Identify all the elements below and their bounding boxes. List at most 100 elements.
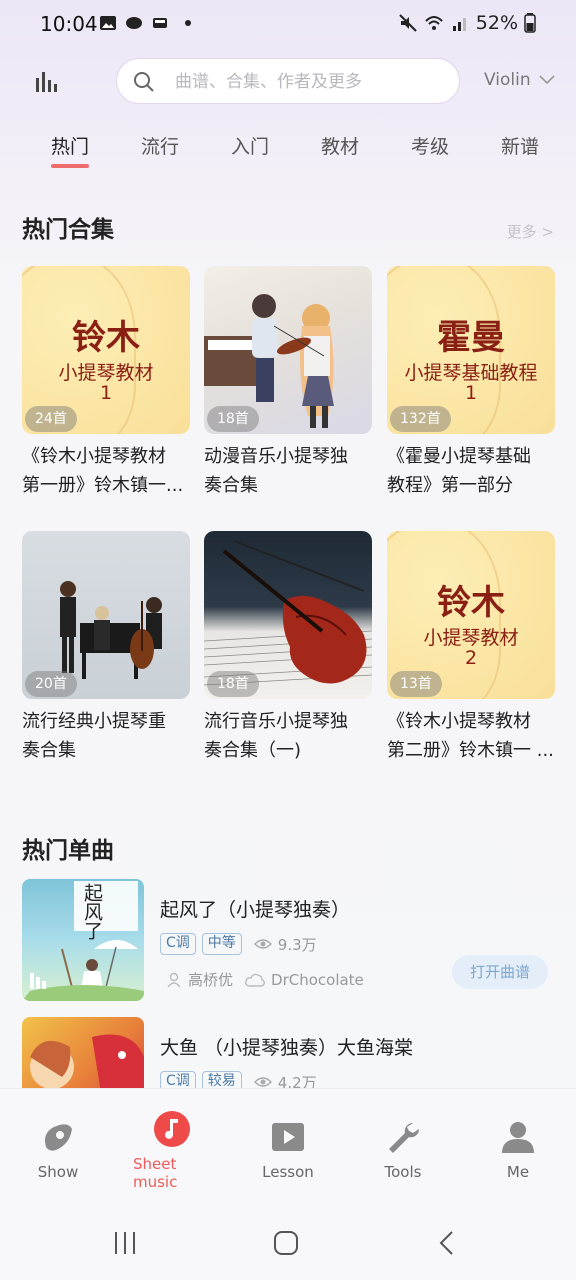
- battery-text: 52%: [475, 12, 518, 34]
- car-icon: [153, 18, 167, 28]
- nav-item-sheet-music[interactable]: Sheet music: [122, 1089, 222, 1207]
- tab-new[interactable]: 新谱: [501, 132, 539, 159]
- top-bar: Violin: [0, 58, 576, 106]
- nav-item-show[interactable]: Show: [8, 1089, 108, 1207]
- section-title-hot-collections: 热门合集: [22, 217, 114, 243]
- song-meta: C调 中等 9.3万: [160, 933, 317, 955]
- recent-apps-icon[interactable]: [113, 1232, 137, 1254]
- tab-hot[interactable]: 热门: [51, 132, 89, 159]
- collection-title-line2: 奏合集: [22, 740, 76, 761]
- equalizer-icon[interactable]: [34, 70, 58, 94]
- collection-title-line1: 流行经典小提琴重: [22, 711, 166, 732]
- cover-number: 1: [464, 382, 478, 404]
- collection-title: 《铃木小提琴教材 第一册》铃木镇一...: [22, 442, 190, 500]
- wifi-icon: [425, 16, 443, 30]
- level-tag: 较易: [201, 1071, 242, 1088]
- system-status: 52%: [398, 12, 536, 34]
- nav-label: Lesson: [262, 1163, 314, 1181]
- tab-beginner[interactable]: 入门: [231, 132, 269, 159]
- search-input[interactable]: [175, 69, 445, 95]
- dot-icon: [185, 20, 191, 26]
- home-icon[interactable]: [273, 1230, 299, 1256]
- cover-subtitle: 小提琴教材: [423, 627, 519, 649]
- collection-title-line1: 《铃木小提琴教材: [387, 711, 531, 732]
- nav-label-line1: Sheet: [133, 1155, 177, 1173]
- collection-title-line2: 教程》第一部分: [387, 475, 513, 496]
- collection-cover: 铃木 小提琴教材 1 24首: [22, 266, 190, 434]
- view-count: 4.2万: [277, 1073, 317, 1089]
- song-cover-title: 起风了: [81, 883, 103, 940]
- song-title: 起风了（小提琴独奏）: [160, 899, 351, 921]
- section-title-hot-singles: 热门单曲: [22, 838, 114, 864]
- bottom-navigation: Show Sheet music Lesson Tools Me: [0, 1088, 576, 1206]
- collection-title: 流行音乐小提琴独 奏合集（一): [204, 707, 372, 765]
- collection-title: 《铃木小提琴教材 第二册》铃木镇一 ...: [387, 707, 555, 765]
- cover-subtitle: 小提琴教材: [58, 362, 154, 384]
- nav-label: Tools: [384, 1163, 422, 1181]
- song-count-badge: 20首: [25, 671, 77, 697]
- level-tag: 中等: [201, 933, 242, 955]
- instrument-selector[interactable]: Violin: [484, 70, 555, 90]
- song-row[interactable]: 大鱼 （小提琴独奏）大鱼海棠 C调 较易 4.2万: [22, 1017, 556, 1088]
- song-count-badge: 132首: [390, 406, 451, 432]
- signal-icon: [452, 18, 466, 31]
- nav-label: Sheet music: [133, 1155, 233, 1191]
- instrument-label: Violin: [484, 70, 531, 90]
- song-authors: 高桥优 DrChocolate: [166, 969, 364, 990]
- cover-title: 铃木: [72, 318, 140, 358]
- gallery-icon: [100, 16, 116, 30]
- views: 9.3万: [253, 934, 317, 955]
- cover-title: 铃木: [437, 583, 505, 623]
- mute-icon: [399, 14, 417, 32]
- more-link[interactable]: 更多 >: [507, 221, 554, 242]
- nav-item-lesson[interactable]: Lesson: [238, 1089, 338, 1207]
- system-navigation-bar: [0, 1206, 576, 1280]
- song-count-badge: 18首: [207, 406, 259, 432]
- play-video-icon: [272, 1123, 304, 1151]
- nav-label-line2: music: [133, 1173, 178, 1191]
- song-cover: 起风了: [22, 879, 144, 1001]
- collection-cover: 18首: [204, 266, 372, 434]
- eye-icon: [253, 1077, 272, 1087]
- song-meta: C调 较易 4.2万: [160, 1071, 317, 1088]
- nav-item-tools[interactable]: Tools: [353, 1089, 453, 1207]
- collection-title: 《霍曼小提琴基础 教程》第一部分: [387, 442, 555, 500]
- collection-title-line2: 奏合集（一): [204, 740, 302, 761]
- views: 4.2万: [253, 1072, 317, 1089]
- song-cover-image: [30, 1034, 144, 1088]
- collection-cover: 18首: [204, 531, 372, 699]
- key-tag: C调: [160, 1071, 196, 1088]
- person-icon: [167, 972, 181, 987]
- active-tab-indicator: [51, 164, 89, 168]
- open-sheet-button[interactable]: 打开曲谱: [452, 955, 548, 989]
- show-icon: [45, 1124, 72, 1151]
- cover-title: 霍曼: [437, 318, 505, 358]
- song-title: 大鱼 （小提琴独奏）大鱼海棠: [160, 1037, 414, 1059]
- song-count-badge: 24首: [25, 406, 77, 432]
- chevron-down-icon: [539, 75, 555, 85]
- tab-textbook[interactable]: 教材: [321, 132, 359, 159]
- cloud-upload-icon: [245, 973, 265, 987]
- collection-title-line1: 《铃木小提琴教材: [22, 446, 166, 467]
- collection-title: 流行经典小提琴重 奏合集: [22, 707, 190, 765]
- collection-cover: 20首: [22, 531, 190, 699]
- collection-title-line1: 流行音乐小提琴独: [204, 711, 348, 732]
- tab-exam[interactable]: 考级: [411, 132, 449, 159]
- collection-title-line2: 奏合集: [204, 475, 258, 496]
- nav-label: Me: [506, 1163, 530, 1181]
- back-icon[interactable]: [438, 1230, 456, 1256]
- collection-title-line1: 动漫音乐小提琴独: [204, 446, 348, 467]
- view-count: 9.3万: [277, 935, 317, 954]
- tab-pop[interactable]: 流行: [141, 132, 179, 159]
- key-tag: C调: [160, 933, 196, 955]
- collection-title-line2: 第二册》铃木镇一 ...: [387, 740, 554, 761]
- nav-label: Show: [37, 1163, 79, 1181]
- search-bar[interactable]: [116, 58, 460, 104]
- composer-name: 高桥优: [188, 971, 234, 989]
- song-row[interactable]: 起风了 起风了（小提琴独奏） C调 中等 9.3万 高桥优 DrChocolat…: [22, 879, 556, 1003]
- uploader-name: DrChocolate: [271, 970, 364, 989]
- cover-number: 1: [99, 382, 113, 404]
- nav-item-me[interactable]: Me: [468, 1089, 568, 1207]
- collection-title-line2: 第一册》铃木镇一...: [22, 475, 184, 496]
- battery-icon: [524, 13, 536, 33]
